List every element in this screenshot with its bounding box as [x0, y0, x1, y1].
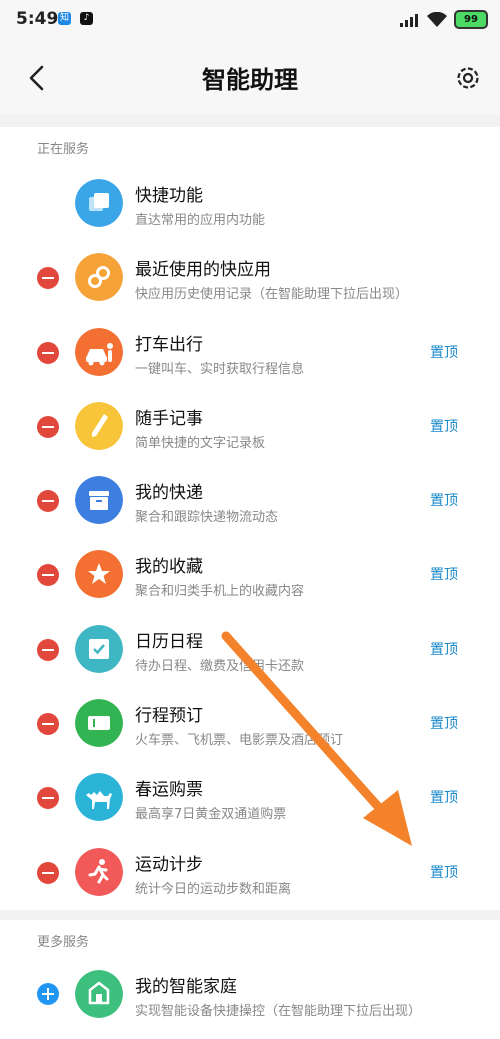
pin-to-top-button[interactable]: 置顶 [430, 713, 458, 733]
settings-button[interactable] [452, 62, 484, 94]
service-subtitle: 最高享7日黄金双通道购票 [135, 807, 287, 823]
pin-to-top-button[interactable]: 置顶 [430, 639, 458, 659]
service-title: 运动计步 [135, 854, 203, 875]
remove-button[interactable] [37, 638, 59, 661]
section-active-services: 正在服务 快捷功能 直达常用的应用内功能 最近使用的快应用 快应用历史使用记录（… [0, 127, 500, 910]
service-title: 最近使用的快应用 [135, 260, 271, 281]
service-title: 随手记事 [135, 408, 203, 429]
remove-button[interactable] [37, 787, 59, 810]
remove-button[interactable] [37, 861, 59, 884]
service-row-shortcuts[interactable]: 快捷功能 直达常用的应用内功能 [0, 167, 500, 241]
service-row-recent-quick-apps[interactable]: 最近使用的快应用 快应用历史使用记录（在智能助理下拉后出现） [0, 241, 500, 315]
calendar-icon [75, 624, 123, 673]
pin-to-top-button[interactable]: 置顶 [430, 490, 458, 510]
signal-icon [400, 13, 418, 27]
service-subtitle: 直达常用的应用内功能 [135, 213, 266, 228]
pin-to-top-button[interactable]: 置顶 [430, 564, 458, 584]
zhihu-notification-icon: 知 [58, 12, 71, 25]
service-row-express[interactable]: 我的快递 聚合和跟踪快递物流动态 置顶 [0, 464, 500, 538]
service-subtitle: 一键叫车、实时获取行程信息 [135, 361, 305, 377]
remove-button[interactable] [37, 341, 59, 364]
page-title: 智能助理 [202, 66, 298, 94]
pin-to-top-button[interactable]: 置顶 [430, 416, 458, 436]
service-title: 行程预订 [135, 706, 203, 727]
service-subtitle: 火车票、飞机票、电影票及酒店预订 [135, 733, 344, 749]
pin-to-top-button[interactable]: 置顶 [430, 787, 458, 807]
remove-button[interactable] [37, 713, 59, 736]
ticket-icon [75, 699, 123, 748]
remove-button[interactable] [37, 267, 59, 290]
service-row-step-counter[interactable]: 运动计步 统计今日的运动步数和距离 置顶 [0, 836, 500, 910]
wifi-icon [427, 11, 447, 27]
service-subtitle: 聚合和归类手机上的收藏内容 [135, 584, 305, 600]
service-title: 打车出行 [135, 334, 203, 355]
box-icon [75, 476, 123, 525]
remove-button[interactable] [37, 564, 59, 587]
service-row-booking[interactable]: 行程预订 火车票、飞机票、电影票及酒店预订 置顶 [0, 687, 500, 761]
camel-icon [75, 773, 123, 822]
remove-button[interactable] [37, 490, 59, 513]
service-title: 春运购票 [135, 780, 203, 801]
service-subtitle: 快应用历史使用记录（在智能助理下拉后出现） [135, 287, 409, 303]
pin-to-top-button[interactable]: 置顶 [430, 342, 458, 362]
service-title: 我的快递 [135, 483, 203, 504]
copy-icon [75, 179, 123, 227]
service-subtitle: 简单快捷的文字记录板 [135, 435, 266, 451]
mi-home-icon [75, 970, 123, 1018]
star-icon [75, 550, 123, 599]
header: 智能助理 [0, 40, 500, 114]
service-title: 我的智能家庭 [135, 977, 237, 997]
service-row-notes[interactable]: 随手记事 简单快捷的文字记录板 置顶 [0, 390, 500, 464]
section-label: 更多服务 [37, 935, 90, 950]
runner-icon [75, 847, 123, 896]
service-row-favorites[interactable]: 我的收藏 聚合和归类手机上的收藏内容 置顶 [0, 538, 500, 612]
taxi-icon [75, 327, 123, 376]
service-row-taxi[interactable]: 打车出行 一键叫车、实时获取行程信息 置顶 [0, 316, 500, 390]
remove-button[interactable] [37, 415, 59, 438]
service-subtitle: 实现智能设备快捷操控（在智能助理下拉后出现） [135, 1004, 422, 1019]
battery-icon: 99 [454, 10, 488, 29]
add-button[interactable] [37, 983, 59, 1005]
service-subtitle: 统计今日的运动步数和距离 [135, 881, 292, 897]
tiktok-notification-icon: ♪ [80, 12, 93, 25]
service-row-spring-tickets[interactable]: 春运购票 最高享7日黄金双通道购票 置顶 [0, 761, 500, 835]
service-title: 日历日程 [135, 631, 203, 652]
service-title: 我的收藏 [135, 557, 203, 578]
status-time: 5:49 [16, 9, 59, 29]
service-subtitle: 待办日程、缴费及信用卡还款 [135, 658, 305, 674]
service-row-smart-home[interactable]: 我的智能家庭 实现智能设备快捷操控（在智能助理下拉后出现） [0, 960, 500, 1034]
gear-icon [457, 67, 479, 89]
pin-to-top-button[interactable]: 置顶 [430, 862, 458, 882]
service-subtitle: 聚合和跟踪快递物流动态 [135, 510, 279, 526]
service-row-calendar[interactable]: 日历日程 待办日程、缴费及信用卡还款 置顶 [0, 613, 500, 687]
status-indicators: 99 [400, 10, 488, 29]
status-bar: 5:49 知 ♪ 99 [0, 0, 500, 40]
service-title: 快捷功能 [135, 186, 203, 206]
section-label: 正在服务 [37, 142, 90, 157]
link-icon [75, 253, 123, 302]
pencil-icon [75, 401, 123, 450]
section-more-services: 更多服务 我的智能家庭 实现智能设备快捷操控（在智能助理下拉后出现） [0, 920, 500, 1039]
